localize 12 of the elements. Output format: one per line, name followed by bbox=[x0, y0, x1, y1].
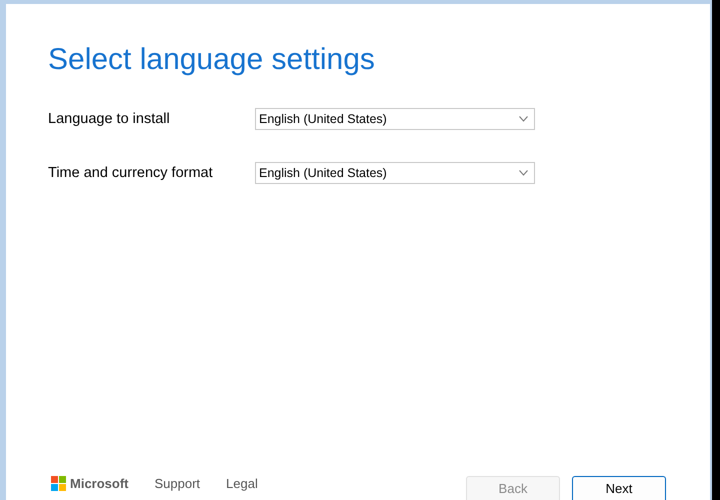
dropdown[interactable]: English (United States) bbox=[255, 108, 535, 130]
chevron-icon bbox=[519, 116, 528, 122]
logo-icon bbox=[51, 476, 66, 491]
brand-name: Microsoft bbox=[70, 476, 128, 491]
field-label: Time and currency format bbox=[48, 165, 214, 181]
footer-link[interactable]: Legal bbox=[226, 476, 258, 491]
chevron-icon bbox=[519, 170, 528, 176]
next-button[interactable]: Next bbox=[572, 476, 666, 500]
field-label: Language to install bbox=[48, 111, 171, 127]
dropdown[interactable]: English (United States) bbox=[255, 162, 535, 184]
page-title: Select language settings bbox=[48, 42, 376, 78]
footer-link[interactable]: Support bbox=[154, 476, 200, 491]
